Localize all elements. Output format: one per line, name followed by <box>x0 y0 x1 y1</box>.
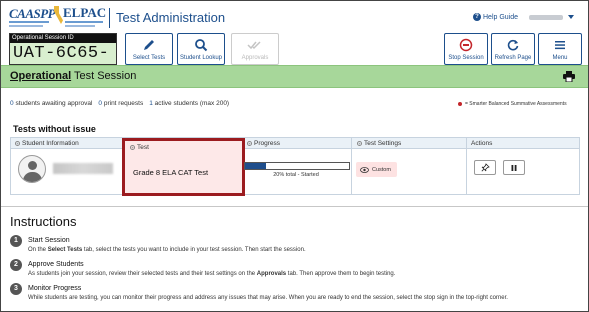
user-name-redacted[interactable] <box>529 15 563 20</box>
test-settings-button[interactable]: Custom <box>356 162 397 177</box>
help-guide-link[interactable]: ? Help Guide <box>473 13 518 21</box>
california-state-icon <box>54 6 63 24</box>
legend-text: = Smarter Balanced Summative Assessments <box>465 101 567 107</box>
printer-icon[interactable] <box>563 71 575 82</box>
select-tests-button[interactable]: Select Tests <box>125 33 173 65</box>
top-header: CAASPP ELPAC Test Administration ? Help … <box>1 1 588 34</box>
refresh-icon <box>507 39 519 51</box>
expand-icon: + <box>247 141 252 146</box>
expand-icon: + <box>357 141 362 146</box>
session-id-label: Operational Session ID <box>10 34 116 43</box>
pause-button[interactable] <box>503 160 525 175</box>
session-id-box: Operational Session ID UAT-6C65-3T <box>9 33 117 82</box>
col-test[interactable]: + Test <box>130 142 149 153</box>
progress-bar <box>244 162 350 170</box>
refresh-page-button[interactable]: Refresh Page <box>491 33 535 65</box>
student-lookup-label: Student Lookup <box>179 55 223 61</box>
user-menu-chevron-down-icon[interactable] <box>568 15 574 19</box>
tests-table: + Student Information + Progress + Test Set… <box>10 137 580 196</box>
refresh-page-label: Refresh Page <box>494 55 532 61</box>
elpac-logo: ELPAC <box>53 4 107 30</box>
page-title-type: Operational <box>10 70 72 82</box>
step-number: 2 <box>10 259 22 271</box>
stop-sign-icon <box>459 38 473 52</box>
red-dot-icon <box>458 102 462 106</box>
search-icon <box>195 39 208 52</box>
step-heading: Start Session <box>28 237 70 244</box>
stop-session-label: Stop Session <box>448 55 484 61</box>
progress-text: 20% total - Started <box>273 172 319 178</box>
app-window: CAASPP ELPAC Test Administration ? Help … <box>0 0 589 312</box>
stat-active: 1 active students (max 200) <box>149 100 230 107</box>
double-check-icon <box>247 41 261 50</box>
pin-button[interactable] <box>474 160 496 175</box>
step-heading: Approve Students <box>28 261 84 268</box>
col-progress[interactable]: + Progress <box>247 138 280 149</box>
page-title-bar: Operational Test Session <box>1 65 588 88</box>
eye-icon <box>360 166 369 173</box>
approvals-button[interactable]: Approvals <box>231 33 279 65</box>
instructions-divider <box>1 206 588 207</box>
step-number: 1 <box>10 235 22 247</box>
table-header: + Student Information + Progress + Test Set… <box>11 138 579 149</box>
legend: = Smarter Balanced Summative Assessments <box>458 101 567 107</box>
pin-icon <box>481 163 490 172</box>
elpac-logo-text: ELPAC <box>63 5 107 20</box>
select-tests-label: Select Tests <box>132 55 166 61</box>
step-description: On the Select Tests tab, select the test… <box>28 247 306 253</box>
col-actions: Actions <box>471 140 493 147</box>
col-student-information[interactable]: + Student Information <box>15 138 79 149</box>
step-number: 3 <box>10 283 22 295</box>
test-name: Grade 8 ELA CAT Test <box>133 168 209 177</box>
caaspp-logo: CAASPP <box>7 5 56 29</box>
instructions-title: Instructions <box>10 214 77 229</box>
section-title: Tests without issue <box>13 124 96 134</box>
menu-label: Menu <box>552 55 568 61</box>
col-test-settings[interactable]: + Test Settings <box>357 138 401 149</box>
menu-button[interactable]: Menu <box>538 33 582 65</box>
page-title: Operational Test Session <box>10 70 136 82</box>
pause-icon <box>511 164 517 171</box>
hamburger-menu-icon <box>555 41 565 50</box>
expand-icon: + <box>130 145 135 150</box>
step-description: As students join your session, review th… <box>28 271 396 277</box>
caaspp-logo-text: CAASPP <box>9 6 56 21</box>
avatar <box>18 155 46 183</box>
stat-awaiting: 0 students awaiting approval <box>10 100 93 107</box>
app-title: Test Administration <box>116 10 226 25</box>
header-divider <box>109 8 110 28</box>
stop-session-button[interactable]: Stop Session <box>444 33 488 65</box>
help-icon: ? <box>473 13 481 21</box>
test-cell-highlighted: + Test Grade 8 ELA CAT Test <box>122 138 245 196</box>
expand-icon: + <box>15 141 20 146</box>
stat-print-requests: 0 print requests <box>98 100 144 107</box>
progress-bar-fill <box>245 163 266 169</box>
page-title-rest: Test Session <box>71 70 137 82</box>
student-lookup-button[interactable]: Student Lookup <box>177 33 225 65</box>
step-heading: Monitor Progress <box>28 285 82 292</box>
session-stats: 0 students awaiting approval 0 print req… <box>10 100 229 107</box>
approvals-label: Approvals <box>241 55 269 61</box>
student-name-redacted <box>53 163 113 174</box>
step-description: While students are testing, you can moni… <box>28 295 508 301</box>
test-settings-label: Custom <box>372 166 391 173</box>
pencil-icon <box>144 40 154 50</box>
help-guide-label: Help Guide <box>483 13 519 21</box>
